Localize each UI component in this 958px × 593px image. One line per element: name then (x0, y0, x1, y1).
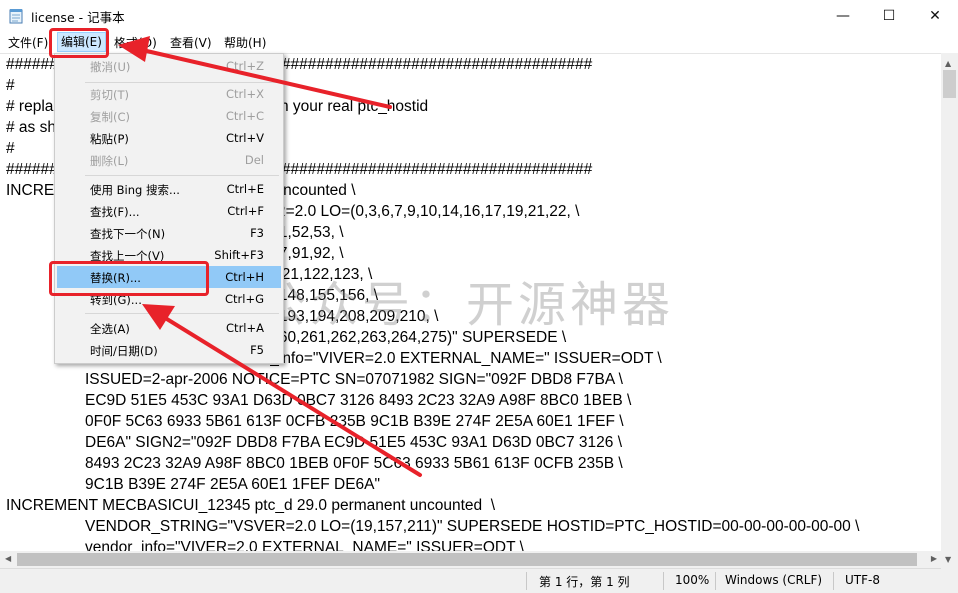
annotation-arrow-to-replace (142, 304, 422, 477)
annotation-arrows (118, 36, 422, 477)
annotation-arrow-to-edit-menu (118, 36, 392, 109)
